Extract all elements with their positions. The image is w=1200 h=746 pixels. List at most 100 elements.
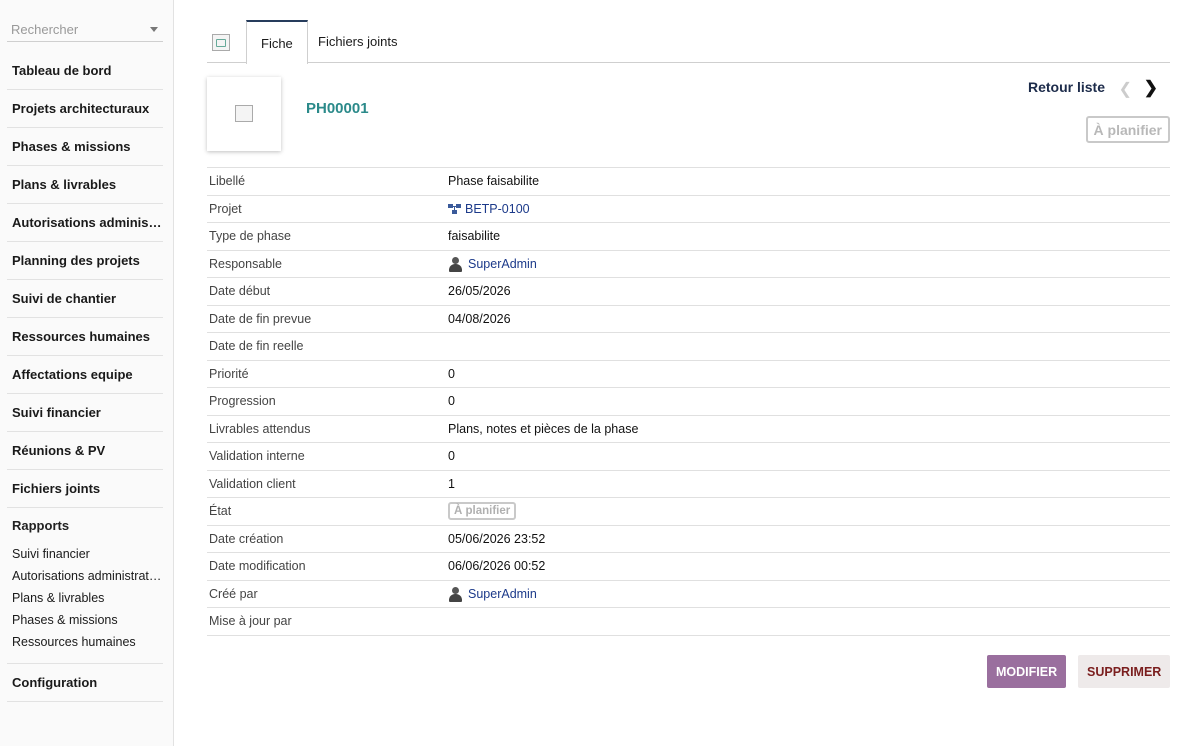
sidebar-item-suivi-chantier[interactable]: Suivi de chantier bbox=[7, 280, 163, 318]
rapport-link-autorisations[interactable]: Autorisations administratives bbox=[12, 565, 162, 587]
tab-fiche[interactable]: Fiche bbox=[246, 20, 308, 64]
sidebar-item-suivi-financier[interactable]: Suivi financier bbox=[7, 394, 163, 432]
project-icon bbox=[448, 203, 462, 214]
field-row: Libellé Phase faisabilite bbox=[207, 168, 1170, 196]
sidebar-item-plans-livrables[interactable]: Plans & livrables bbox=[7, 166, 163, 204]
sidebar-item-label: Autorisations administratives bbox=[12, 215, 162, 230]
field-label: Responsable bbox=[209, 256, 282, 271]
sidebar-item-label: Tableau de bord bbox=[12, 63, 112, 78]
sidebar-item-label: Configuration bbox=[12, 675, 98, 690]
field-value: 0 bbox=[448, 366, 455, 381]
record-fields: Libellé Phase faisabilite Projet BETP-010… bbox=[207, 167, 1170, 636]
sidebar: Tableau de bord Projets architecturaux P… bbox=[0, 0, 174, 746]
rapport-link-phases-missions[interactable]: Phases & missions bbox=[12, 609, 162, 631]
field-label: Livrables attendus bbox=[209, 421, 311, 436]
modify-button[interactable]: MODIFIER bbox=[987, 655, 1067, 688]
field-value: 04/08/2026 bbox=[448, 311, 511, 326]
field-value: Phase faisabilite bbox=[448, 174, 540, 189]
field-label: Validation client bbox=[209, 476, 296, 491]
rapports-title[interactable]: Rapports bbox=[12, 518, 163, 533]
sidebar-item-label: Planning des projets bbox=[12, 253, 140, 268]
field-label: Date de fin prevue bbox=[209, 311, 312, 326]
field-row: Date de fin prevue 04/08/2026 bbox=[207, 306, 1170, 333]
search-box[interactable] bbox=[7, 18, 163, 42]
field-label: Libellé bbox=[209, 174, 246, 189]
chevron-down-icon[interactable] bbox=[150, 27, 158, 32]
field-row: Priorité 0 bbox=[207, 361, 1170, 388]
rapport-link-plans-livrables[interactable]: Plans & livrables bbox=[12, 587, 162, 609]
field-value: 0 bbox=[448, 449, 455, 464]
broken-image-icon bbox=[235, 105, 253, 122]
user-link[interactable]: SuperAdmin bbox=[468, 257, 537, 271]
sidebar-menu: Tableau de bord Projets architecturaux P… bbox=[7, 52, 163, 702]
field-value: 05/06/2026 23:52 bbox=[448, 531, 546, 546]
field-label: Date création bbox=[209, 531, 284, 546]
sidebar-item-reunions[interactable]: Réunions & PV bbox=[7, 432, 163, 470]
tab-bar: Fiche Fichiers joints bbox=[207, 20, 1170, 64]
field-row: Responsable SuperAdmin bbox=[207, 251, 1170, 278]
tab-fichiers-joints[interactable]: Fichiers joints bbox=[304, 20, 411, 63]
status-badge: À planifier bbox=[1085, 116, 1170, 143]
field-row: Mise à jour par bbox=[207, 608, 1170, 636]
sidebar-item-label: Réunions & PV bbox=[12, 443, 106, 458]
sidebar-item-ressources-humaines[interactable]: Ressources humaines bbox=[7, 318, 163, 356]
field-label: Mise à jour par bbox=[209, 614, 292, 629]
sidebar-item-configuration[interactable]: Configuration bbox=[7, 664, 163, 702]
sidebar-item-label: Suivi de chantier bbox=[12, 291, 117, 306]
rapports-section: Rapports Suivi financier Autorisations a… bbox=[7, 508, 163, 664]
field-value: 0 bbox=[448, 394, 455, 409]
sidebar-item-label: Plans & livrables bbox=[12, 177, 117, 192]
field-row: Date création 05/06/2026 23:52 bbox=[207, 526, 1170, 553]
field-row: Validation interne 0 bbox=[207, 443, 1170, 471]
sidebar-item-phases-missions[interactable]: Phases & missions bbox=[7, 128, 163, 166]
field-row: Créé par SuperAdmin bbox=[207, 581, 1170, 608]
delete-button[interactable]: SUPPRIMER bbox=[1078, 655, 1171, 688]
sidebar-item-label: Fichiers joints bbox=[12, 481, 101, 496]
field-label: Date de fin reelle bbox=[209, 339, 304, 354]
field-row: Type de phase faisabilite bbox=[207, 223, 1170, 251]
project-link[interactable]: BETP-0100 bbox=[465, 202, 530, 216]
field-row: Date de fin reelle bbox=[207, 333, 1170, 361]
sidebar-item-planning[interactable]: Planning des projets bbox=[7, 242, 163, 280]
chevron-right-icon[interactable]: ❯ bbox=[1144, 78, 1158, 98]
sidebar-item-affectations[interactable]: Affectations equipe bbox=[7, 356, 163, 394]
sidebar-item-label: Ressources humaines bbox=[12, 329, 151, 344]
field-value: faisabilite bbox=[448, 229, 501, 244]
field-row: Validation client 1 bbox=[207, 471, 1170, 498]
sidebar-item-autorisations[interactable]: Autorisations administratives bbox=[7, 204, 163, 242]
main-content: Fiche Fichiers joints PH00001 Retour lis… bbox=[207, 0, 1171, 746]
sidebar-item-tableau-de-bord[interactable]: Tableau de bord bbox=[7, 52, 163, 90]
sidebar-item-projets-architecturaux[interactable]: Projets architecturaux bbox=[7, 90, 163, 128]
field-value: BETP-0100 bbox=[448, 202, 530, 216]
field-row: Projet BETP-0100 bbox=[207, 196, 1170, 223]
field-value: 06/06/2026 00:52 bbox=[448, 559, 546, 574]
field-row: Livrables attendus Plans, notes et pièces… bbox=[207, 416, 1170, 443]
sidebar-item-label: Projets architecturaux bbox=[12, 101, 150, 116]
record-photo bbox=[207, 77, 281, 151]
record-ref: PH00001 bbox=[306, 100, 369, 117]
rapport-link-ressources-humaines[interactable]: Ressources humaines bbox=[12, 631, 162, 653]
chevron-left-icon[interactable]: ❮ bbox=[1119, 79, 1132, 99]
field-label: Priorité bbox=[209, 366, 249, 381]
sidebar-item-label: Suivi financier bbox=[12, 405, 101, 420]
field-row: État À planifier bbox=[207, 498, 1170, 526]
field-value: 1 bbox=[448, 476, 455, 491]
field-label: Date début bbox=[209, 284, 271, 299]
field-label: Progression bbox=[209, 394, 276, 409]
field-row: Date modification 06/06/2026 00:52 bbox=[207, 553, 1170, 581]
field-value: À planifier bbox=[448, 502, 517, 521]
search-input[interactable] bbox=[7, 18, 147, 41]
back-to-list-link[interactable]: Retour liste bbox=[1028, 79, 1105, 95]
user-link[interactable]: SuperAdmin bbox=[468, 587, 537, 601]
user-icon bbox=[448, 586, 463, 602]
field-value: 26/05/2026 bbox=[448, 284, 511, 299]
field-value: Plans, notes et pièces de la phase bbox=[448, 421, 639, 436]
sidebar-item-label: Affectations equipe bbox=[12, 367, 133, 382]
field-value: SuperAdmin bbox=[448, 256, 537, 272]
field-row: Progression 0 bbox=[207, 388, 1170, 416]
field-label: Validation interne bbox=[209, 449, 305, 464]
rapport-link-suivi-financier[interactable]: Suivi financier bbox=[12, 543, 162, 565]
sidebar-item-fichiers-joints[interactable]: Fichiers joints bbox=[7, 470, 163, 508]
broken-image-icon bbox=[212, 34, 230, 51]
field-value: SuperAdmin bbox=[448, 586, 537, 602]
